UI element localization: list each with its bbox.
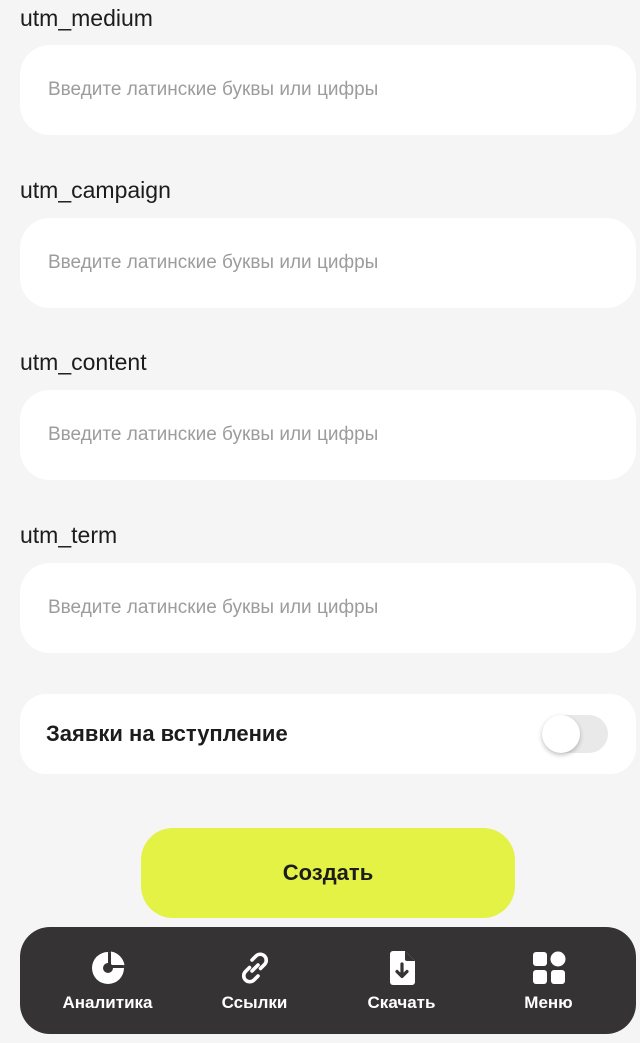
nav-item-analytics[interactable]: Аналитика (43, 949, 173, 1013)
utm-content-label: utm_content (20, 349, 147, 375)
toggle-knob (542, 715, 580, 753)
download-file-icon (389, 950, 415, 985)
nav-label-links: Ссылки (221, 992, 288, 1012)
utm-term-label: utm_term (20, 522, 118, 548)
nav-label-menu: Меню (524, 992, 573, 1012)
nav-item-links[interactable]: Ссылки (190, 949, 320, 1013)
utm-medium-label: utm_medium (20, 5, 153, 31)
bottom-nav: Аналитика Ссылки Скачать Меню (20, 927, 636, 1034)
utm-medium-input[interactable] (20, 45, 636, 135)
join-requests-card: Заявки на вступление (20, 694, 636, 774)
nav-item-download[interactable]: Скачать (337, 949, 467, 1013)
utm-content-input[interactable] (20, 390, 636, 480)
utm-campaign-label: utm_campaign (20, 177, 171, 203)
join-requests-toggle[interactable] (542, 715, 608, 753)
utm-campaign-input[interactable] (20, 218, 636, 308)
create-button[interactable]: Создать (141, 828, 515, 918)
link-icon (241, 952, 268, 983)
nav-item-menu[interactable]: Меню (484, 949, 614, 1013)
nav-label-download: Скачать (367, 992, 436, 1012)
join-requests-label: Заявки на вступление (46, 721, 288, 746)
utm-term-input[interactable] (20, 563, 636, 653)
nav-label-analytics: Аналитика (62, 992, 153, 1012)
utm-form-page: utm_medium utm_campaign utm_content utm_… (0, 0, 640, 1043)
pie-chart-icon (91, 951, 124, 984)
grid-menu-icon (532, 951, 565, 984)
